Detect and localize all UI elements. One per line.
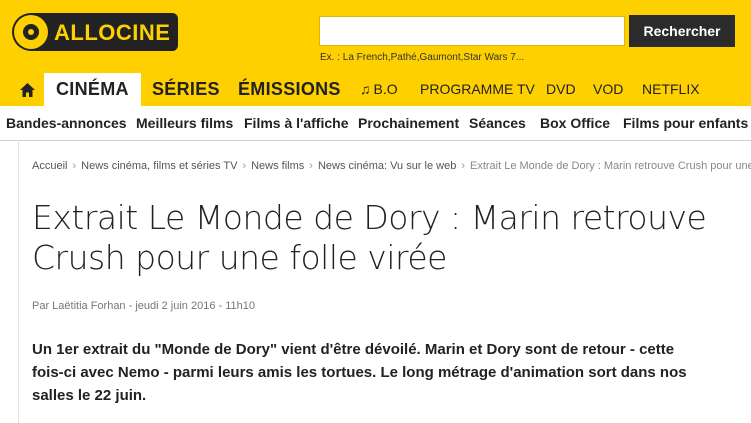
search-examples: Ex. : La French,Pathé,Gaumont,Star Wars …	[320, 52, 525, 63]
breadcrumb-separator-icon: ›	[242, 160, 247, 172]
breadcrumb-item[interactable]: News cinéma: Vu sur le web	[318, 160, 456, 172]
nav-item-bo[interactable]: ♫ B.O	[360, 73, 398, 106]
music-note-icon: ♫	[360, 81, 371, 97]
nav-item-dvd[interactable]: DVD	[546, 73, 576, 106]
home-icon[interactable]	[19, 82, 36, 98]
nav-item-netflix[interactable]: NETFLIX	[642, 73, 700, 106]
search-input[interactable]	[319, 16, 625, 46]
breadcrumb-item[interactable]: News films	[251, 160, 304, 172]
breadcrumb: Accueil › News cinéma, films et séries TV ›…	[32, 160, 751, 172]
subnav-item-prochainement[interactable]: Prochainement	[358, 106, 459, 140]
logo-emblem-icon	[14, 15, 48, 49]
nav-item-programme-tv[interactable]: PROGRAMME TV	[420, 73, 535, 106]
allocine-logo[interactable]: ALLOCINE	[12, 13, 178, 51]
breadcrumb-current: Extrait Le Monde de Dory : Marin retrouv…	[470, 160, 751, 172]
site-header: ALLOCINE Rechercher Ex. : La French,Path…	[0, 0, 751, 106]
breadcrumb-separator-icon: ›	[461, 160, 465, 172]
subnav-item-meilleurs-films[interactable]: Meilleurs films	[136, 106, 233, 140]
main-nav: CINÉMA SÉRIES ÉMISSIONS ♫ B.O PROGRAMME T…	[0, 73, 751, 106]
nav-item-emissions[interactable]: ÉMISSIONS	[238, 73, 341, 106]
article-byline: Par Laëtitia Forhan - jeudi 2 juin 2016 …	[32, 300, 255, 312]
subnav-item-seances[interactable]: Séances	[469, 106, 526, 140]
nav-item-series[interactable]: SÉRIES	[152, 73, 220, 106]
breadcrumb-separator-icon: ›	[309, 160, 313, 172]
article-title: Extrait Le Monde de Dory : Marin retrouv…	[32, 198, 707, 277]
sub-nav: Bandes-annonces Meilleurs films Films à …	[0, 106, 751, 141]
nav-item-cinema[interactable]: CINÉMA	[44, 73, 141, 106]
nav-item-vod[interactable]: VOD	[593, 73, 623, 106]
breadcrumb-separator-icon: ›	[72, 160, 77, 172]
logo-text: ALLOCINE	[54, 20, 171, 45]
subnav-item-box-office[interactable]: Box Office	[540, 106, 610, 140]
subnav-item-films-a-l-affiche[interactable]: Films à l'affiche	[244, 106, 348, 140]
nav-item-bo-label: B.O	[373, 81, 398, 97]
breadcrumb-item[interactable]: Accueil	[32, 160, 67, 172]
breadcrumb-item[interactable]: News cinéma, films et séries TV	[81, 160, 237, 172]
subnav-item-films-pour-enfants[interactable]: Films pour enfants	[623, 106, 748, 140]
article-lead: Un 1er extrait du "Monde de Dory" vient …	[32, 341, 687, 404]
search-button[interactable]: Rechercher	[629, 15, 735, 47]
subnav-item-bandes-annonces[interactable]: Bandes-annonces	[6, 106, 127, 140]
